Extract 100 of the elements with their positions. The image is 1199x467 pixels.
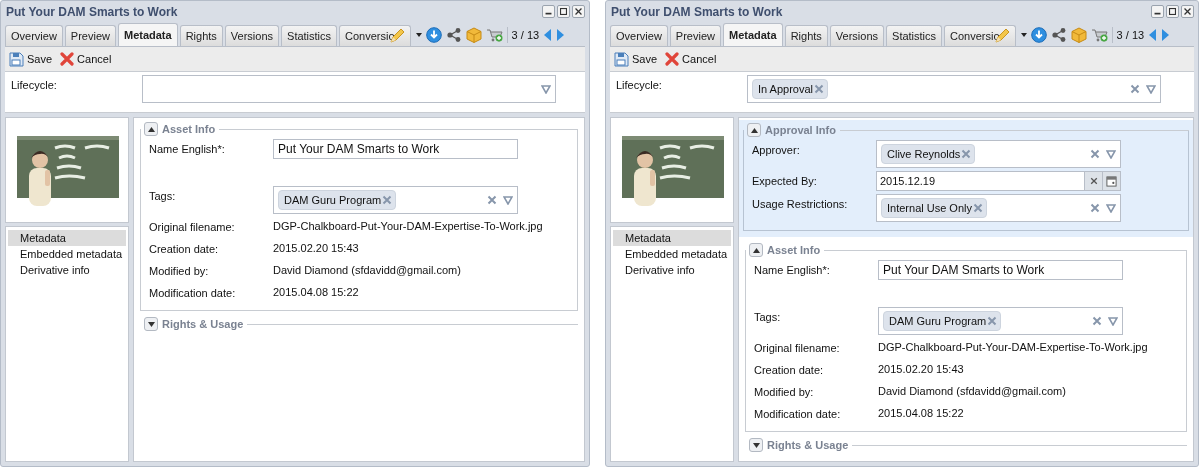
- remove-tag-icon[interactable]: [973, 203, 983, 213]
- field-label: Usage Restrictions:: [752, 197, 849, 211]
- field-value: DGP-Chalkboard-Put-Your-DAM-Expertise-To-Work.jpg: [273, 219, 544, 234]
- dropdown-icon[interactable]: [503, 195, 513, 205]
- close-button[interactable]: [572, 5, 585, 18]
- dropdown-icon[interactable]: [541, 84, 551, 94]
- dropdown-icon[interactable]: [1106, 149, 1116, 159]
- text-field[interactable]: Put Your DAM Smarts to Work: [273, 139, 518, 159]
- tag-field[interactable]: DAM Guru Program: [273, 186, 518, 214]
- remove-tag-icon[interactable]: [382, 195, 393, 205]
- maximize-button[interactable]: [1166, 5, 1179, 18]
- tag-field[interactable]: Internal Use Only: [876, 194, 1121, 222]
- date-field[interactable]: 2015.12.19: [876, 171, 1121, 191]
- next-icon[interactable]: [556, 28, 566, 42]
- section-title: Asset Info: [162, 123, 216, 135]
- download-icon[interactable]: [425, 27, 442, 43]
- clear-icon[interactable]: [1090, 203, 1100, 213]
- tab[interactable]: Rights: [179, 25, 223, 46]
- remove-tag-icon[interactable]: [814, 84, 825, 94]
- field-label: Modified by:: [149, 264, 210, 278]
- tab[interactable]: Conversio: [339, 25, 411, 46]
- caret-icon[interactable]: [415, 33, 422, 37]
- collapse-button[interactable]: [144, 122, 158, 136]
- previous-icon[interactable]: [543, 28, 553, 42]
- field-value: 2015.02.20 15:43: [878, 362, 965, 377]
- share-icon[interactable]: [445, 27, 462, 43]
- tab[interactable]: Preview: [64, 25, 116, 46]
- tab[interactable]: Statistics: [281, 25, 338, 46]
- cancel-icon: [665, 52, 680, 66]
- field-value: 2015.02.20 15:43: [273, 241, 360, 256]
- clear-icon[interactable]: [1130, 84, 1140, 94]
- field-label: Modification date:: [754, 407, 842, 421]
- tab[interactable]: Statistics: [886, 25, 943, 46]
- field-label: Approver:: [752, 143, 801, 157]
- share-icon[interactable]: [1050, 27, 1067, 43]
- up-triangle-icon: [752, 247, 760, 253]
- remove-tag-icon[interactable]: [961, 149, 972, 159]
- nav-item[interactable]: Derivative info: [613, 262, 731, 278]
- next-icon[interactable]: [1161, 28, 1171, 42]
- nav-item[interactable]: Embedded metadata: [8, 246, 126, 262]
- field-value: David Diamond (sfdavidd@gmail.com): [273, 263, 462, 278]
- field-label: Name English*:: [149, 142, 226, 156]
- download-icon[interactable]: [1030, 27, 1047, 43]
- minimize-button[interactable]: [542, 5, 555, 18]
- field-label: Lifecycle:: [11, 78, 58, 93]
- tag-chip: In Approval: [752, 79, 829, 99]
- cart-add-icon[interactable]: [485, 27, 503, 43]
- nav-item[interactable]: Metadata: [613, 230, 731, 246]
- tab[interactable]: Metadata: [722, 23, 783, 46]
- tab[interactable]: Overview: [610, 25, 668, 46]
- remove-tag-icon[interactable]: [987, 316, 998, 326]
- section-title: Approval Info: [765, 124, 836, 136]
- cancel-button[interactable]: Cancel: [665, 52, 717, 66]
- nav-item[interactable]: Embedded metadata: [613, 246, 731, 262]
- minimize-button[interactable]: [1151, 5, 1164, 18]
- text-field[interactable]: Put Your DAM Smarts to Work: [878, 260, 1123, 280]
- cancel-button[interactable]: Cancel: [60, 52, 112, 66]
- field-label: Original filename:: [754, 341, 841, 355]
- nav-item[interactable]: Derivative info: [8, 262, 126, 278]
- caret-icon[interactable]: [1020, 33, 1027, 37]
- collapse-button[interactable]: [747, 123, 761, 137]
- expand-button[interactable]: [749, 438, 763, 452]
- maximize-button[interactable]: [557, 5, 570, 18]
- collapse-button[interactable]: [749, 243, 763, 257]
- save-button[interactable]: Save: [8, 51, 53, 67]
- window-title: Put Your DAM Smarts to Work: [610, 4, 784, 19]
- tag-chip: Internal Use Only: [881, 198, 987, 218]
- tab[interactable]: Versions: [829, 25, 885, 46]
- tab[interactable]: Preview: [669, 25, 721, 46]
- tab[interactable]: Overview: [5, 25, 63, 46]
- cart-add-icon[interactable]: [1090, 27, 1108, 43]
- tag-field[interactable]: In Approval: [747, 75, 1161, 103]
- clear-button[interactable]: [1084, 172, 1102, 190]
- dropdown-icon[interactable]: [1108, 316, 1118, 326]
- tag-field[interactable]: DAM Guru Program: [878, 307, 1123, 335]
- tab[interactable]: Conversio: [944, 25, 1016, 46]
- calendar-button[interactable]: [1102, 172, 1120, 190]
- tab[interactable]: Versions: [224, 25, 280, 46]
- save-button[interactable]: Save: [613, 51, 658, 67]
- field-label: Tags:: [149, 189, 177, 203]
- expand-button[interactable]: [144, 317, 158, 331]
- field-label: Name English*:: [754, 263, 831, 277]
- clear-icon: [1089, 177, 1098, 185]
- clear-icon[interactable]: [1092, 316, 1102, 326]
- tag-field[interactable]: [142, 75, 556, 103]
- nav-item[interactable]: Metadata: [8, 230, 126, 246]
- dropdown-icon[interactable]: [1106, 203, 1116, 213]
- down-triangle-icon: [752, 442, 760, 448]
- tab[interactable]: Rights: [784, 25, 828, 46]
- tab[interactable]: Metadata: [117, 23, 178, 46]
- dropdown-icon[interactable]: [1146, 84, 1156, 94]
- field-label: Expected By:: [752, 174, 818, 188]
- tag-field[interactable]: Clive Reynolds: [876, 140, 1121, 168]
- clear-icon[interactable]: [1090, 149, 1100, 159]
- field-label: Modified by:: [754, 385, 815, 399]
- close-button[interactable]: [1181, 5, 1194, 18]
- page-counter: 3 / 13: [1116, 29, 1145, 41]
- field-label: Tags:: [754, 310, 782, 324]
- previous-icon[interactable]: [1148, 28, 1158, 42]
- clear-icon[interactable]: [487, 195, 497, 205]
